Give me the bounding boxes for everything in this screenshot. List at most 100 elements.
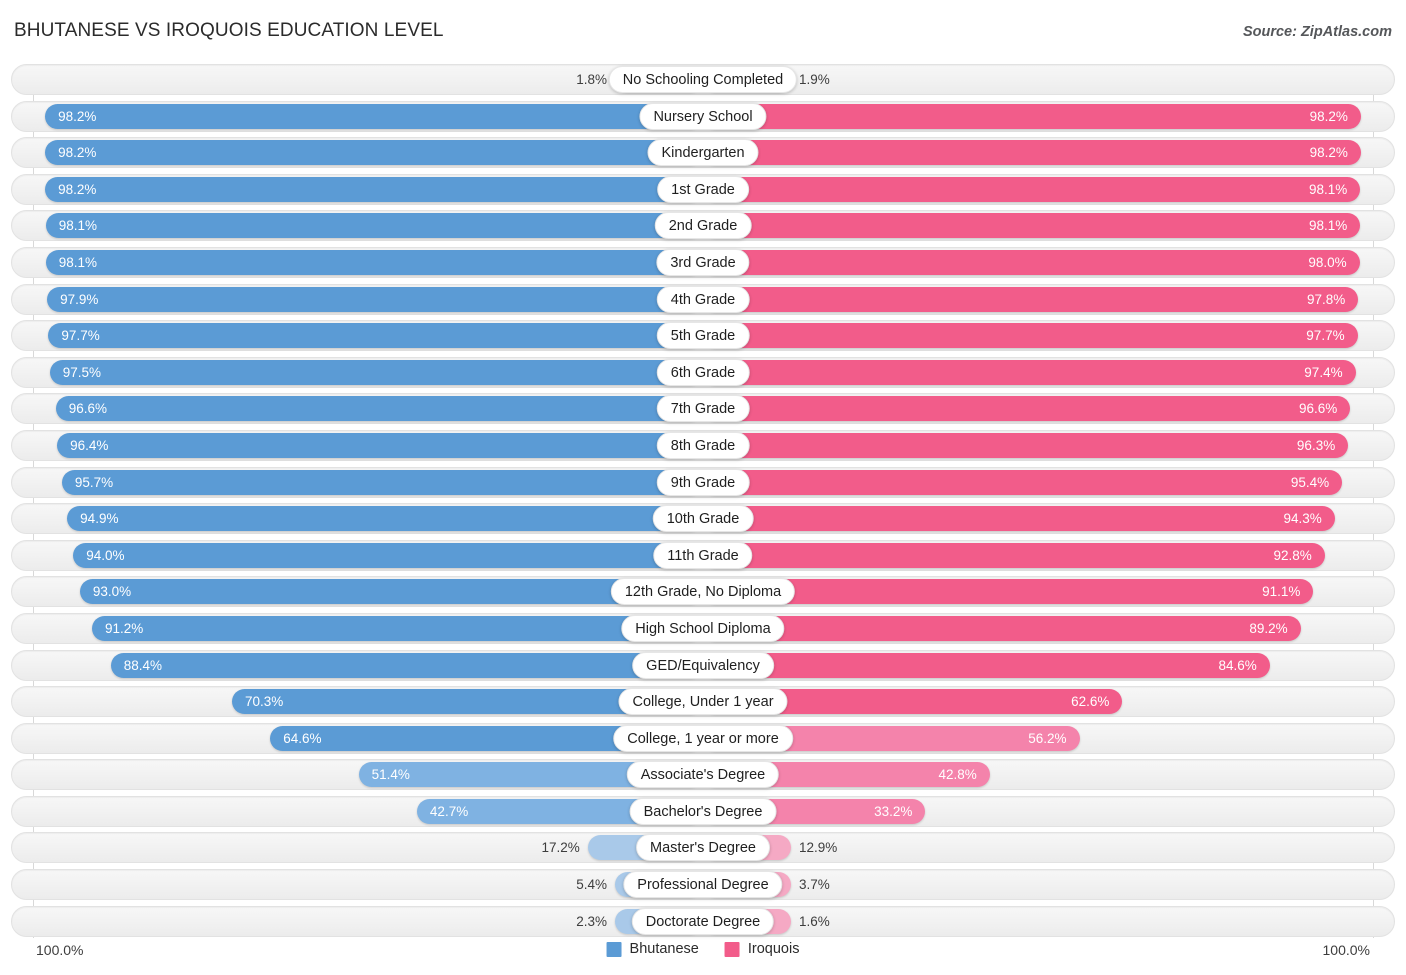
bhutanese-half: 94.9% <box>33 506 703 532</box>
legend-label: Bhutanese <box>629 941 699 957</box>
iroquois-bar[interactable]: 98.1% <box>703 176 1361 202</box>
iroquois-bar[interactable]: 98.2% <box>703 103 1361 129</box>
iroquois-bar[interactable]: 96.6% <box>703 396 1351 422</box>
bhutanese-value-label: 94.9% <box>80 511 119 527</box>
iroquois-half: 91.1% <box>703 579 1373 605</box>
chart-footer: 100.0% Bhutanese Iroquois 100.0% <box>0 939 1406 965</box>
iroquois-bar[interactable]: 96.3% <box>703 432 1349 458</box>
bhutanese-bar[interactable]: 98.2% <box>45 176 703 202</box>
bhutanese-bar[interactable]: 91.2% <box>91 615 703 641</box>
iroquois-bar[interactable]: 97.7% <box>703 323 1358 349</box>
iroquois-half: 1.9% <box>703 67 1373 92</box>
iroquois-half: 97.8% <box>703 286 1373 312</box>
iroquois-half: 95.4% <box>703 469 1373 495</box>
iroquois-value-label: 98.2% <box>1309 108 1348 124</box>
bhutanese-bar[interactable]: 97.7% <box>48 323 703 349</box>
chart-row: 70.3% 62.6% College, Under 1 year <box>0 686 1406 718</box>
bhutanese-half: 98.2% <box>33 176 703 202</box>
iroquois-value-label: 1.9% <box>799 72 830 87</box>
bhutanese-bar[interactable]: 98.2% <box>45 140 703 166</box>
bhutanese-value-label: 51.4% <box>371 767 410 783</box>
bhutanese-bar[interactable]: 98.1% <box>45 249 703 275</box>
chart-page: BHUTANESE VS IROQUOIS EDUCATION LEVEL So… <box>0 0 1406 975</box>
iroquois-value-label: 97.7% <box>1306 328 1345 344</box>
bhutanese-half: 95.7% <box>33 469 703 495</box>
category-label: College, 1 year or more <box>613 724 793 752</box>
chart-row: 96.6% 96.6% 7th Grade <box>0 393 1406 425</box>
iroquois-value-label: 98.2% <box>1309 145 1348 161</box>
chart-row: 97.7% 97.7% 5th Grade <box>0 320 1406 352</box>
category-label: Nursery School <box>639 102 767 130</box>
iroquois-half: 84.6% <box>703 652 1373 678</box>
iroquois-bar[interactable]: 98.0% <box>703 249 1360 275</box>
iroquois-half: 42.8% <box>703 762 1373 788</box>
bhutanese-bar[interactable]: 97.5% <box>49 359 703 385</box>
iroquois-half: 33.2% <box>703 798 1373 824</box>
iroquois-half: 98.1% <box>703 176 1373 202</box>
iroquois-bar[interactable]: 95.4% <box>703 469 1343 495</box>
bhutanese-value-label: 96.6% <box>68 401 108 417</box>
bhutanese-bar[interactable]: 96.4% <box>57 432 703 458</box>
bhutanese-value-label: 97.9% <box>60 291 99 307</box>
category-label: Associate's Degree <box>626 761 780 789</box>
category-label: 5th Grade <box>656 322 750 350</box>
chart-row: 96.4% 96.3% 8th Grade <box>0 429 1406 461</box>
chart-row: 98.2% 98.1% 1st Grade <box>0 173 1406 205</box>
iroquois-bar[interactable]: 97.8% <box>703 286 1359 312</box>
iroquois-bar[interactable]: 89.2% <box>703 615 1301 641</box>
category-label: 9th Grade <box>656 468 750 496</box>
chart-row: 94.0% 92.8% 11th Grade <box>0 539 1406 571</box>
bhutanese-value-label: 98.2% <box>58 108 97 124</box>
bhutanese-half: 93.0% <box>33 579 703 605</box>
iroquois-half: 62.6% <box>703 689 1373 715</box>
legend-label: Iroquois <box>747 941 800 957</box>
bhutanese-half: 2.3% <box>33 908 703 934</box>
chart-row: 93.0% 91.1% 12th Grade, No Diploma <box>0 576 1406 608</box>
chart-row: 97.9% 97.8% 4th Grade <box>0 283 1406 315</box>
legend-item-iroquois[interactable]: Iroquois <box>724 941 800 957</box>
bhutanese-bar[interactable]: 98.1% <box>45 213 703 239</box>
category-label: 12th Grade, No Diploma <box>610 578 796 606</box>
bhutanese-half: 96.6% <box>33 396 703 422</box>
iroquois-bar[interactable]: 92.8% <box>703 542 1325 568</box>
bhutanese-bar[interactable]: 93.0% <box>79 579 703 605</box>
iroquois-half: 96.3% <box>703 432 1373 458</box>
iroquois-value-label: 3.7% <box>799 877 830 893</box>
iroquois-value-label: 12.9% <box>799 840 838 856</box>
iroquois-value-label: 33.2% <box>874 803 913 819</box>
bhutanese-value-label: 93.0% <box>92 584 132 600</box>
iroquois-bar[interactable]: 84.6% <box>703 652 1270 678</box>
bhutanese-value-label: 70.3% <box>245 694 284 710</box>
bhutanese-half: 51.4% <box>33 762 703 788</box>
legend-swatch-icon <box>724 941 740 957</box>
bhutanese-value-label: 95.7% <box>74 474 114 490</box>
bhutanese-bar[interactable]: 94.9% <box>67 506 703 532</box>
iroquois-value-label: 98.1% <box>1308 181 1348 197</box>
iroquois-half: 89.2% <box>703 615 1373 641</box>
iroquois-half: 3.7% <box>703 872 1373 898</box>
iroquois-value-label: 98.1% <box>1308 218 1348 234</box>
category-label: 4th Grade <box>656 285 750 313</box>
iroquois-half: 94.3% <box>703 506 1373 532</box>
iroquois-bar[interactable]: 98.1% <box>703 213 1361 239</box>
iroquois-value-label: 42.8% <box>938 767 977 783</box>
bhutanese-half: 97.9% <box>33 286 703 312</box>
iroquois-bar[interactable]: 97.4% <box>703 359 1356 385</box>
iroquois-bar[interactable]: 98.2% <box>703 140 1361 166</box>
bhutanese-bar[interactable]: 97.9% <box>47 286 703 312</box>
chart-row: 17.2% 12.9% Master's Degree <box>0 832 1406 864</box>
iroquois-half: 97.4% <box>703 359 1373 385</box>
legend-item-bhutanese[interactable]: Bhutanese <box>606 941 699 957</box>
bhutanese-value-label: 97.7% <box>61 328 100 344</box>
iroquois-bar[interactable]: 94.3% <box>703 506 1335 532</box>
category-label: 6th Grade <box>656 358 750 386</box>
bhutanese-bar[interactable]: 88.4% <box>110 652 703 678</box>
iroquois-half: 98.0% <box>703 249 1373 275</box>
chart-row: 95.7% 95.4% 9th Grade <box>0 466 1406 498</box>
bhutanese-bar[interactable]: 98.2% <box>45 103 703 129</box>
source-attribution: Source: ZipAtlas.com <box>1242 24 1392 40</box>
bhutanese-bar[interactable]: 95.7% <box>61 469 703 495</box>
bhutanese-bar[interactable]: 96.6% <box>55 396 703 422</box>
bhutanese-value-label: 94.0% <box>86 547 125 563</box>
bhutanese-bar[interactable]: 94.0% <box>73 542 703 568</box>
